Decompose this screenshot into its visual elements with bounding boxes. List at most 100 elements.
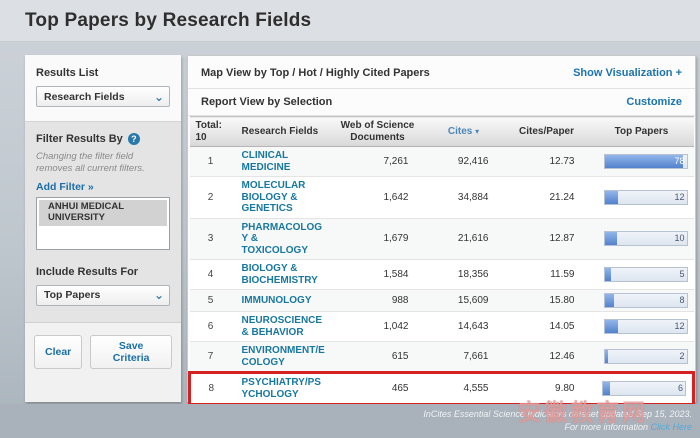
top-papers-bar[interactable]: 2 [604,349,688,364]
table-row-highlighted: 8 PSYCHIATRY/PS YCHOLOGY 465 4,555 9.80 … [190,373,694,405]
wos-cell: 1,042 [332,312,424,342]
col-wos-documents: Web of Science Documents [332,117,424,147]
research-field-link[interactable]: IMMUNOLOGY [236,295,312,307]
col-cites-sort[interactable]: Cites ▾ [424,117,504,147]
filter-note: Changing the filter field removes all cu… [36,151,170,175]
table-row: 5 IMMUNOLOGY 988 15,609 15.80 8 [190,290,694,312]
cpp-cell: 9.80 [504,373,590,405]
cites-cell: 92,416 [424,147,504,177]
top-papers-bar[interactable]: 6 [602,381,686,396]
bar-value: 6 [678,382,683,395]
research-field-link[interactable]: BIOLOGY & BIOCHEMISTRY [236,263,318,286]
bar-fill [605,320,619,333]
research-field-link[interactable]: ENVIRONMENT/E COLOGY [236,345,325,368]
bar-value: 78 [674,155,684,168]
table-row: 6 NEUROSCIENCE & BEHAVIOR 1,042 14,643 1… [190,312,694,342]
cpp-cell: 12.87 [504,218,590,260]
top-papers-bar[interactable]: 5 [604,267,688,282]
research-field-link[interactable]: PSYCHIATRY/PS YCHOLOGY [236,377,321,400]
table-row: 4 BIOLOGY & BIOCHEMISTRY 1,584 18,356 11… [190,260,694,290]
col-research-fields: Research Fields [232,117,332,147]
more-info-text: For more information [564,422,650,432]
sidebar-buttons: Clear Save Criteria [25,323,181,381]
filter-by-label: Filter Results By [36,133,123,145]
col-top-papers: Top Papers [590,117,694,147]
clear-button[interactable]: Clear [34,335,82,369]
map-view-title: Map View by Top / Hot / Highly Cited Pap… [201,67,430,79]
more-info-note: For more information Click Here [0,421,692,434]
bar-value: 10 [674,232,684,245]
chevron-down-icon: ⌄ [154,92,164,102]
filter-listbox[interactable]: ANHUI MEDICAL UNIVERSITY [36,197,170,250]
report-view-bar: Report View by Selection Customize [188,89,695,116]
cpp-cell: 14.05 [504,312,590,342]
customize-link[interactable]: Customize [626,96,682,108]
rank-cell: 8 [190,373,232,405]
bar-fill [605,232,617,245]
rank-cell: 4 [190,260,232,290]
show-visualization-link[interactable]: Show Visualization + [573,67,682,79]
top-papers-bar[interactable]: 8 [604,293,688,308]
bar-value: 12 [674,320,684,333]
research-field-link[interactable]: MOLECULAR BIOLOGY & GENETICS [236,180,306,215]
col-cites-per-paper: Cites/Paper [504,117,590,147]
rank-cell: 2 [190,177,232,219]
cites-cell: 21,616 [424,218,504,260]
sort-caret-down-icon: ▾ [475,127,479,136]
dataset-updated-note: InCites Essential Science Indicators dat… [0,408,692,421]
results-list-select[interactable]: Research Fields ⌄ [36,86,170,107]
wos-cell: 465 [332,373,424,405]
wos-cell: 7,261 [332,147,424,177]
table-row: 2 MOLECULAR BIOLOGY & GENETICS 1,642 34,… [190,177,694,219]
rank-cell: 5 [190,290,232,312]
results-list-label: Results List [36,67,170,79]
rank-cell: 1 [190,147,232,177]
results-list-value: Research Fields [44,91,125,103]
bar-fill [603,382,610,395]
chevron-down-icon: ⌄ [154,290,164,300]
top-papers-bar[interactable]: 12 [604,190,688,205]
map-view-bar: Map View by Top / Hot / Highly Cited Pap… [188,56,695,89]
bar-fill [605,294,615,307]
filter-section: Filter Results By ? Changing the filter … [25,122,181,323]
include-results-select[interactable]: Top Papers ⌄ [36,285,170,306]
results-list-section: Results List Research Fields ⌄ [25,55,181,122]
cites-cell: 18,356 [424,260,504,290]
col-cites-label: Cites [448,126,472,137]
cites-cell: 14,643 [424,312,504,342]
sidebar-filler [25,381,181,402]
filter-selected-item[interactable]: ANHUI MEDICAL UNIVERSITY [39,200,167,226]
help-icon[interactable]: ? [128,133,140,145]
rank-cell: 7 [190,342,232,373]
results-table: Total: 10 Research Fields Web of Science… [188,116,695,438]
cpp-cell: 11.59 [504,260,590,290]
research-field-link[interactable]: NEUROSCIENCE & BEHAVIOR [236,315,323,338]
wos-cell: 615 [332,342,424,373]
top-papers-bar[interactable]: 12 [604,319,688,334]
wos-cell: 1,642 [332,177,424,219]
table-row: 3 PHARMACOLOG Y & TOXICOLOGY 1,679 21,61… [190,218,694,260]
bar-fill [605,268,612,281]
cites-cell: 4,555 [424,373,504,405]
table-header-row: Total: 10 Research Fields Web of Science… [190,117,694,147]
click-here-link[interactable]: Click Here [650,422,692,432]
bar-fill [605,191,619,204]
bar-value: 5 [679,268,684,281]
sidebar: Results List Research Fields ⌄ Filter Re… [25,55,181,402]
bar-fill [605,350,608,363]
save-criteria-button[interactable]: Save Criteria [90,335,172,369]
research-field-link[interactable]: CLINICAL MEDICINE [236,150,291,173]
main-panel: Map View by Top / Hot / Highly Cited Pap… [187,55,696,402]
wos-cell: 1,584 [332,260,424,290]
cpp-cell: 12.73 [504,147,590,177]
top-papers-bar[interactable]: 78 [604,154,688,169]
page-title: Top Papers by Research Fields [25,10,311,32]
col-total: Total: 10 [190,117,232,147]
include-results-value: Top Papers [44,289,100,301]
add-filter-link[interactable]: Add Filter » [36,181,94,193]
cpp-cell: 12.46 [504,342,590,373]
research-field-link[interactable]: PHARMACOLOG Y & TOXICOLOGY [236,222,323,257]
cites-cell: 15,609 [424,290,504,312]
bar-value: 2 [679,350,684,363]
top-papers-bar[interactable]: 10 [604,231,688,246]
